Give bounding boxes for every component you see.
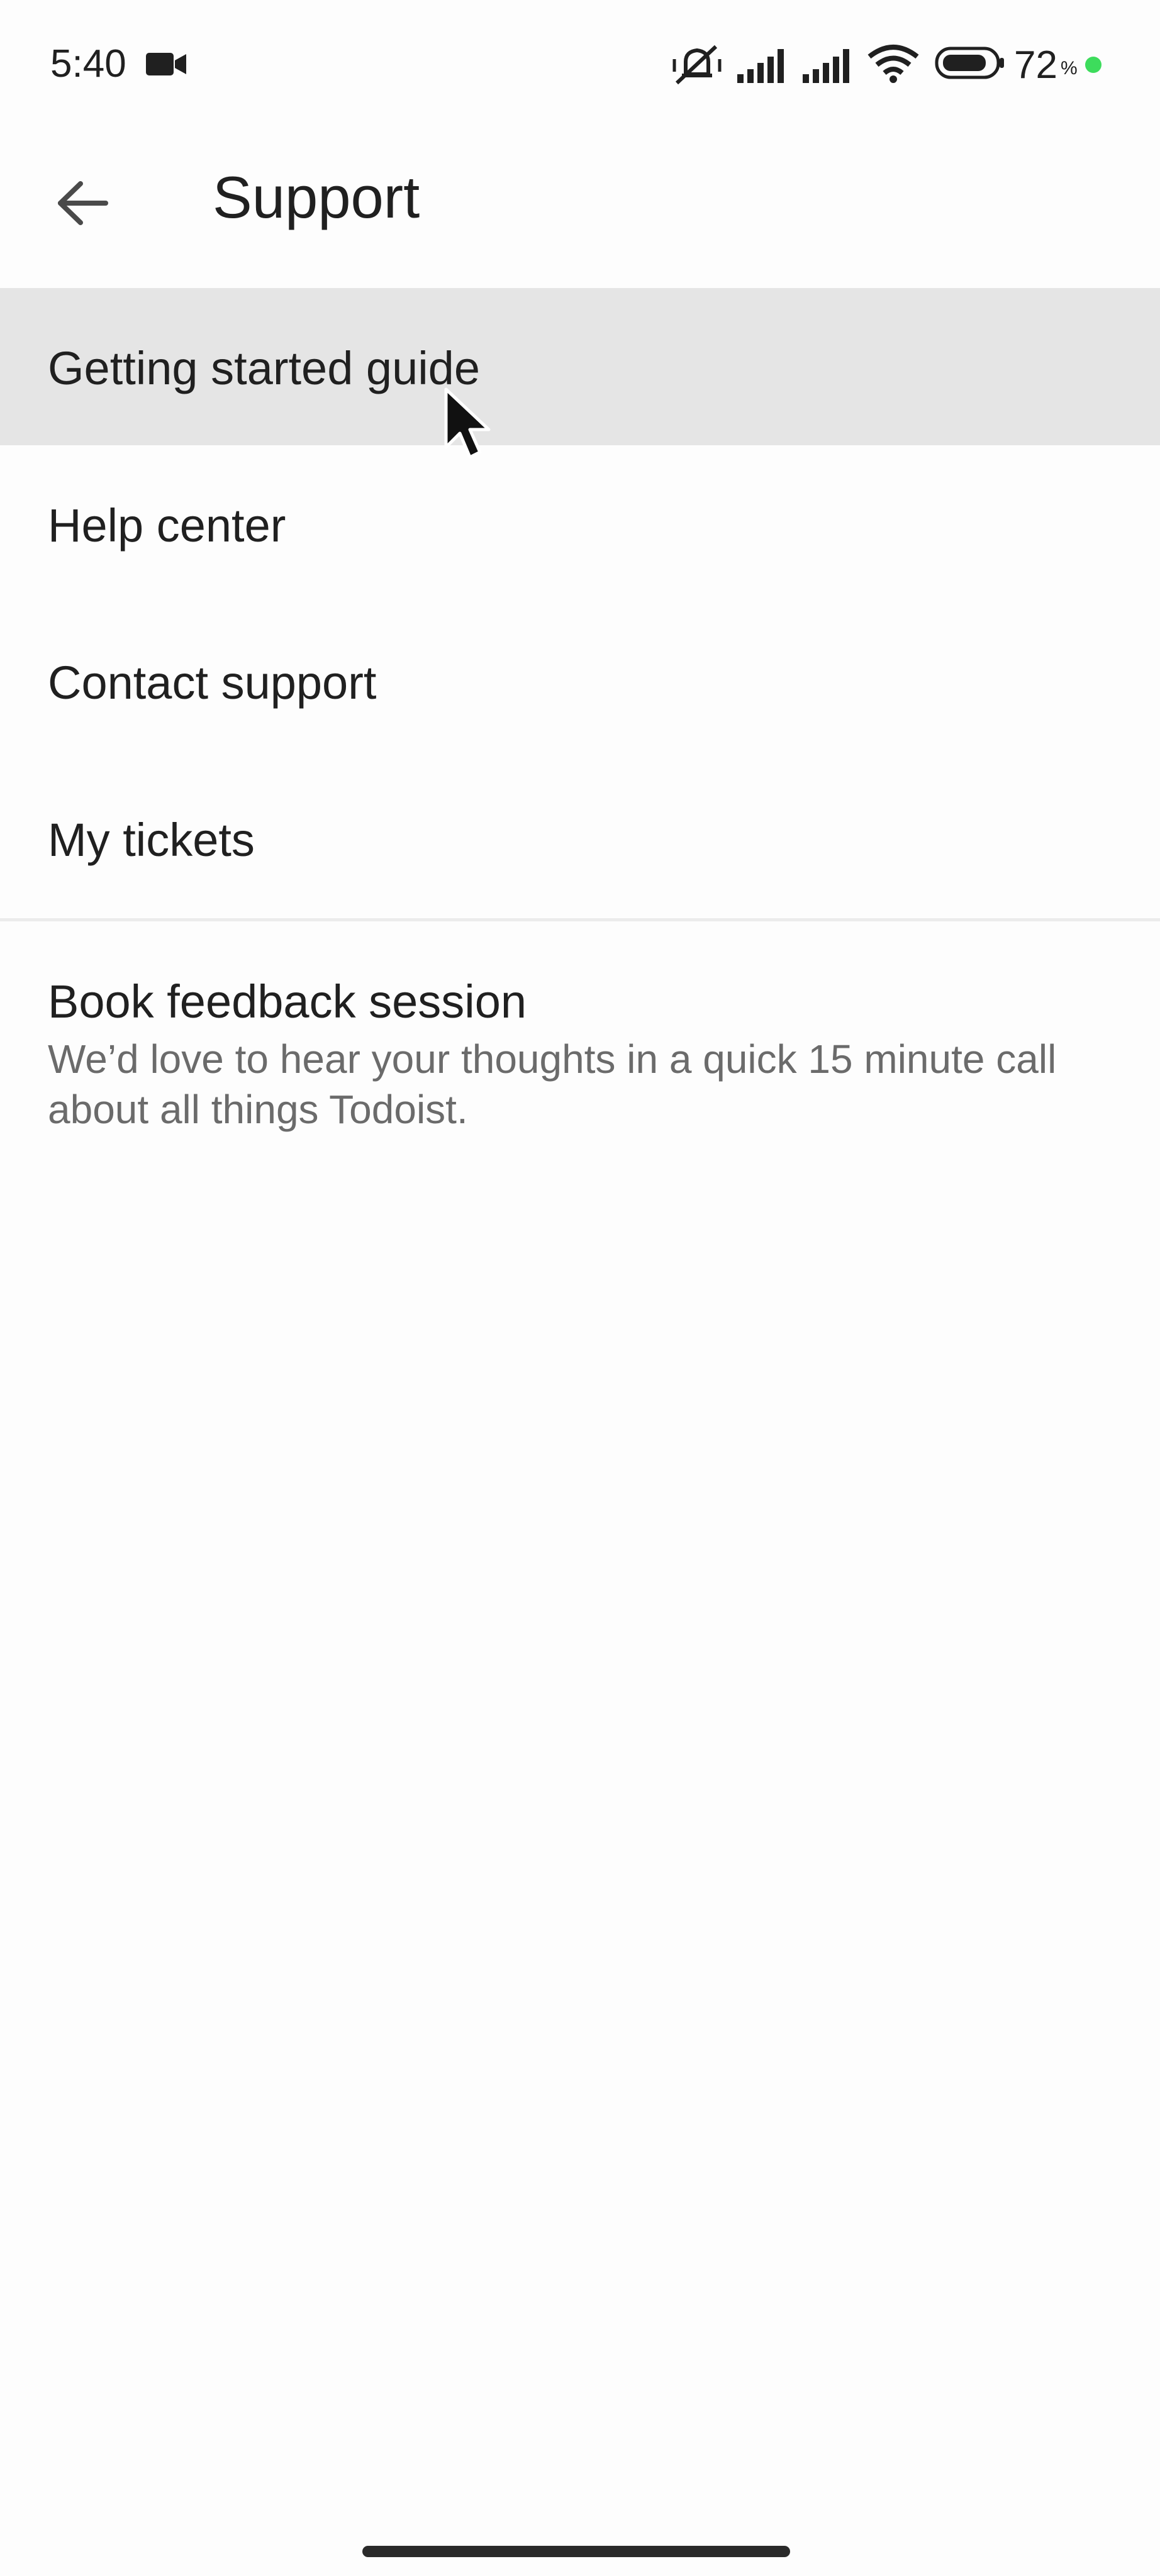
menu-item-contact-support[interactable]: Contact support: [0, 602, 1160, 760]
feedback-description: We’d love to hear your thoughts in a qui…: [48, 1036, 1057, 1132]
divider: [0, 918, 1160, 921]
battery-icon: [935, 47, 1005, 82]
menu-item-label: Help center: [48, 499, 286, 552]
book-feedback-session-item[interactable]: Book feedback session We’d love to hear …: [0, 922, 1160, 1148]
support-screen: 5:40 72 % Support Getting started guide …: [0, 0, 1160, 2576]
menu-item-getting-started-guide[interactable]: Getting started guide: [0, 288, 1160, 445]
signal-icon: [803, 49, 856, 86]
support-menu: Getting started guide Help center Contac…: [0, 288, 1160, 917]
feedback-title: Book feedback session: [48, 975, 527, 1028]
video-camera-icon: [146, 50, 187, 81]
vibrate-off-icon: [672, 44, 722, 89]
mouse-cursor-icon: [443, 387, 494, 465]
menu-item-label: Getting started guide: [48, 342, 480, 394]
menu-item-my-tickets[interactable]: My tickets: [0, 760, 1160, 917]
wifi-icon: [867, 44, 920, 86]
charging-dot: [1085, 57, 1101, 73]
menu-item-help-center[interactable]: Help center: [0, 445, 1160, 602]
signal-icon: [737, 49, 790, 86]
page-title: Support: [213, 164, 420, 230]
arrow-left-icon: [55, 180, 108, 230]
app-bar: Support: [0, 132, 1160, 289]
menu-item-label: My tickets: [48, 814, 255, 866]
menu-item-label: Contact support: [48, 657, 377, 709]
back-button[interactable]: [38, 160, 126, 248]
battery-percent: 72: [1014, 43, 1057, 87]
status-time: 5:40: [50, 42, 126, 86]
battery-percent-symbol: %: [1061, 58, 1078, 79]
status-bar: 5:40 72 %: [0, 0, 1160, 132]
home-indicator[interactable]: [362, 2546, 790, 2557]
